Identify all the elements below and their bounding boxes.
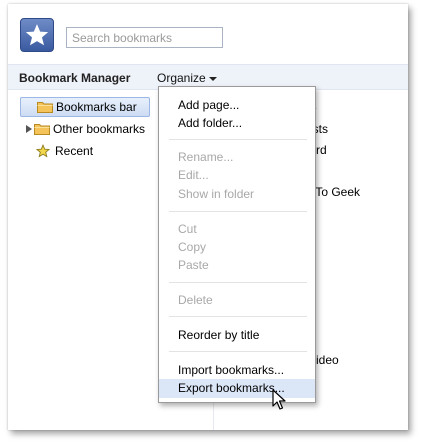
menu-separator (169, 139, 307, 140)
organize-dropdown-menu: Add page... Add folder... Rename... Edit… (158, 86, 316, 403)
chevron-down-icon (208, 76, 217, 81)
expand-triangle-icon[interactable] (24, 125, 34, 133)
menu-separator (169, 316, 307, 317)
menu-item-reorder-by-title[interactable]: Reorder by title (159, 326, 315, 345)
tree-item-recent[interactable]: Recent (36, 141, 93, 161)
menu-item-delete[interactable]: Delete (159, 291, 315, 310)
menu-item-copy[interactable]: Copy (159, 238, 315, 257)
menu-item-add-page[interactable]: Add page... (159, 96, 315, 115)
star-outline-icon (36, 144, 50, 158)
bookmark-manager-window: Bookmark Manager Organize Bookmarks bar … (8, 4, 408, 430)
menu-item-add-folder[interactable]: Add folder... (159, 114, 315, 133)
menu-item-paste[interactable]: Paste (159, 256, 315, 275)
mouse-pointer-icon (272, 389, 286, 410)
menu-separator (169, 282, 307, 283)
tree-item-bookmarks-bar[interactable]: Bookmarks bar (20, 97, 150, 117)
menu-item-import-bookmarks[interactable]: Import bookmarks... (159, 361, 315, 380)
folder-icon (34, 124, 50, 135)
menu-separator (169, 211, 307, 212)
tree-item-other-bookmarks[interactable]: Other bookmarks (24, 119, 145, 139)
organize-menu-button[interactable]: Organize (157, 71, 217, 85)
tree-item-label: Other bookmarks (53, 122, 146, 136)
menu-item-rename[interactable]: Rename... (159, 148, 315, 167)
menu-item-show-in-folder[interactable]: Show in folder (159, 185, 315, 204)
menu-item-export-bookmarks[interactable]: Export bookmarks... (159, 379, 315, 398)
tree-item-label: Bookmarks bar (56, 100, 137, 114)
menu-item-cut[interactable]: Cut (159, 220, 315, 239)
menu-item-edit[interactable]: Edit... (159, 166, 315, 185)
page-title: Bookmark Manager (19, 71, 131, 85)
folder-icon (37, 102, 53, 113)
menu-separator (169, 351, 307, 352)
tree-item-label: Recent (55, 144, 94, 158)
search-input[interactable] (66, 27, 223, 48)
bookmarks-star-icon (20, 18, 54, 52)
organize-label: Organize (157, 71, 206, 85)
